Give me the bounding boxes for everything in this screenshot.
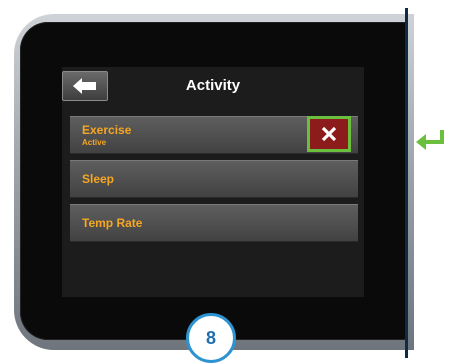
- cancel-exercise-button[interactable]: [307, 116, 351, 152]
- step-number-badge: 8: [186, 313, 236, 363]
- menu-item-sleep[interactable]: Sleep: [70, 160, 358, 198]
- page-title: Activity: [185, 77, 241, 94]
- enter-return-icon: [416, 130, 444, 150]
- device-edge-line: [405, 8, 408, 358]
- close-icon: [321, 126, 337, 142]
- menu-item-temp-rate[interactable]: Temp Rate: [70, 204, 358, 242]
- menu-item-label: Sleep: [82, 172, 115, 186]
- menu-item-label: Temp Rate: [82, 216, 143, 230]
- device-screen: Activity Exercise Active Sleep Temp Rate: [62, 67, 364, 297]
